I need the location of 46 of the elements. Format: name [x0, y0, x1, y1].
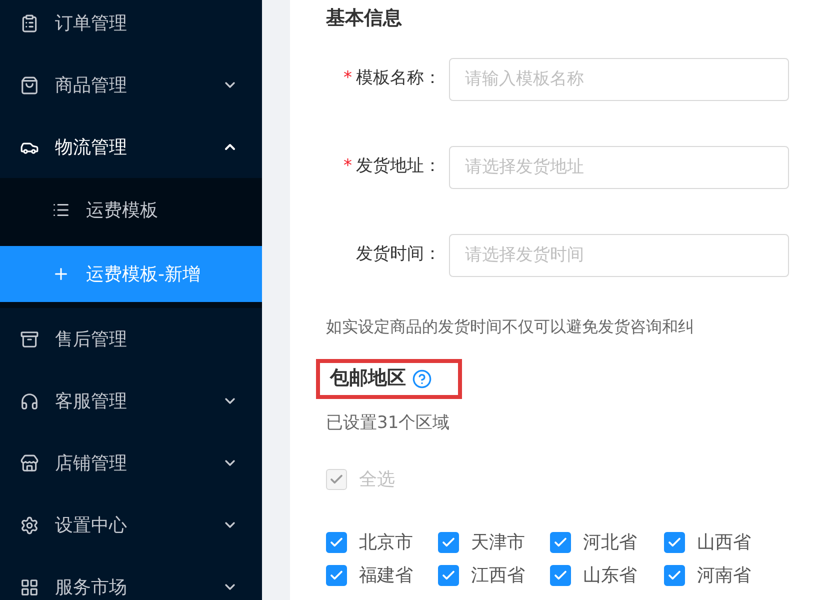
section-title: 基本信息	[326, 6, 403, 31]
checkbox-label: 全选	[359, 468, 395, 492]
checkbox-label: 江西省	[471, 564, 525, 588]
hint-text: 如实设定商品的发货时间不仅可以避免发货咨询和纠	[326, 316, 695, 338]
menu-item[interactable]: 售后管理	[0, 308, 262, 370]
checkbox[interactable]	[326, 565, 347, 586]
menu-item[interactable]: 设置中心	[0, 494, 262, 556]
checkbox-label: 天津市	[471, 531, 525, 555]
input-field[interactable]: 请选择发货时间	[449, 234, 789, 276]
checkbox-label: 山西省	[697, 531, 751, 555]
section-title: 包邮地区	[330, 366, 406, 392]
summary-text: 已设置31个区域	[326, 412, 451, 434]
menu-item[interactable]: 店铺管理	[0, 432, 262, 494]
checkbox-label: 福建省	[359, 564, 413, 588]
store-icon	[20, 454, 39, 472]
checkbox[interactable]	[664, 532, 685, 553]
checkbox[interactable]	[550, 565, 571, 586]
checkbox[interactable]	[438, 532, 459, 553]
archive-icon	[20, 330, 39, 348]
input-field[interactable]: 请选择发货地址	[449, 146, 789, 188]
input-field[interactable]: 请输入模板名称	[449, 58, 789, 100]
bag-icon	[20, 76, 39, 94]
required-mark: *	[344, 155, 352, 178]
menu-item[interactable]: 客服管理	[0, 370, 262, 432]
headphones-icon	[20, 392, 39, 410]
field-label: 发货时间：	[356, 243, 441, 266]
checkbox[interactable]	[326, 532, 347, 553]
checkbox-label: 河北省	[583, 531, 637, 555]
field-label: 发货地址：	[356, 155, 441, 178]
checkbox-label: 河南省	[697, 564, 751, 588]
menu-item[interactable]: 物流管理	[0, 116, 262, 178]
grid-icon	[20, 578, 39, 596]
menu-item[interactable]: 订单管理	[0, 0, 262, 54]
submenu-item[interactable]: 运费模板	[0, 182, 262, 238]
checkbox[interactable]	[438, 565, 459, 586]
help-icon[interactable]	[412, 368, 432, 388]
field-label: 模板名称：	[356, 67, 441, 90]
settings-icon	[20, 516, 39, 534]
checkbox[interactable]	[550, 532, 571, 553]
menu-item[interactable]: 服务市场	[0, 556, 262, 600]
menu-item[interactable]: 商品管理	[0, 54, 262, 116]
plus-icon	[52, 265, 70, 283]
checkbox[interactable]	[664, 565, 685, 586]
checkbox-label: 北京市	[359, 531, 413, 555]
required-mark: *	[344, 67, 352, 90]
checkbox-label: 山东省	[583, 564, 637, 588]
